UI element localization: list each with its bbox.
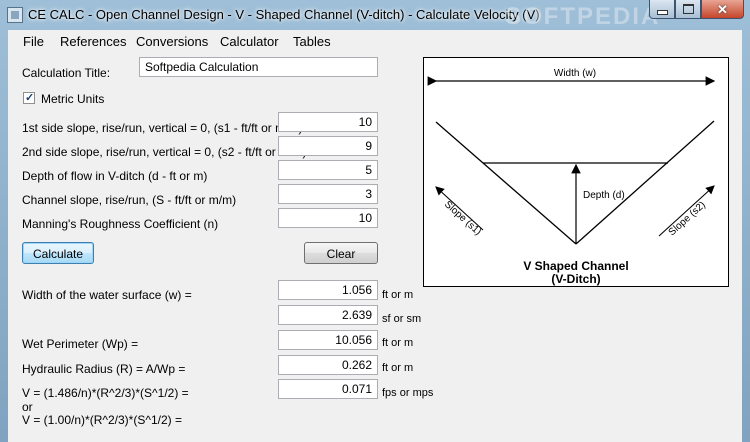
area-unit: sf or sm bbox=[382, 313, 422, 325]
caption-buttons: ✕ bbox=[649, 0, 744, 19]
formula-or-label: or bbox=[22, 400, 33, 414]
calc-title-label: Calculation Title: bbox=[22, 66, 111, 80]
channel-slope-input[interactable] bbox=[278, 184, 378, 204]
roughness-input[interactable] bbox=[278, 208, 378, 228]
app-window: CE CALC - Open Channel Design - V - Shap… bbox=[0, 0, 750, 442]
side-slope2-label: 2nd side slope, rise/run, vertical = 0, … bbox=[22, 145, 307, 159]
hydraulic-radius-output[interactable] bbox=[278, 355, 378, 375]
side-slope1-input[interactable] bbox=[278, 112, 378, 132]
slope1-label: Slope (s1) bbox=[442, 199, 483, 238]
menu-bar: File References Conversions Calculator T… bbox=[8, 30, 742, 52]
menu-calculator[interactable]: Calculator bbox=[220, 34, 279, 49]
client-area: File References Conversions Calculator T… bbox=[8, 30, 742, 442]
velocity-formula-label: V = (1.486/n)*(R^2/3)*(S^1/2) = bbox=[22, 386, 189, 400]
calculate-button[interactable]: Calculate bbox=[22, 242, 94, 264]
depth-label: Depth (d) bbox=[583, 190, 625, 201]
metric-units-label: Metric Units bbox=[41, 92, 105, 106]
close-button[interactable]: ✕ bbox=[701, 0, 744, 19]
side-slope2-input[interactable] bbox=[278, 136, 378, 156]
wet-perimeter-unit: ft or m bbox=[382, 337, 414, 349]
diagram-title-line1: V Shaped Channel bbox=[523, 259, 628, 273]
diagram-title-line2: (V-Ditch) bbox=[551, 272, 600, 286]
left-channel-wall bbox=[435, 121, 577, 245]
surface-width-label: Width of the water surface (w) = bbox=[22, 288, 192, 302]
flow-depth-label: Depth of flow in V-ditch (d - ft or m) bbox=[22, 169, 208, 183]
side-slope1-label: 1st side slope, rise/run, vertical = 0, … bbox=[22, 121, 303, 135]
v-channel-diagram: Width (w) Depth (d) Slope (s1) Slope (s2… bbox=[423, 57, 729, 287]
velocity-unit: fps or mps bbox=[382, 387, 434, 399]
watermark: SOFTPEDIA bbox=[505, 3, 661, 30]
roughness-label: Manning's Roughness Coefficient (n) bbox=[22, 217, 219, 231]
calc-title-input[interactable] bbox=[139, 57, 378, 77]
wet-perimeter-output[interactable] bbox=[278, 330, 378, 350]
maximize-icon bbox=[682, 4, 694, 14]
flow-depth-input[interactable] bbox=[278, 160, 378, 180]
menu-file[interactable]: File bbox=[23, 34, 44, 49]
menu-conversions[interactable]: Conversions bbox=[136, 34, 208, 49]
title-bar[interactable]: CE CALC - Open Channel Design - V - Shap… bbox=[0, 0, 750, 30]
slope2-label: Slope (s2) bbox=[667, 200, 708, 239]
surface-width-unit: ft or m bbox=[382, 289, 414, 301]
v-channel-svg: Width (w) Depth (d) Slope (s1) Slope (s2… bbox=[427, 68, 716, 286]
window-title: CE CALC - Open Channel Design - V - Shap… bbox=[28, 7, 540, 22]
menu-tables[interactable]: Tables bbox=[293, 34, 331, 49]
area-output[interactable] bbox=[278, 305, 378, 325]
velocity-output[interactable] bbox=[278, 379, 378, 399]
clear-button[interactable]: Clear bbox=[304, 242, 378, 264]
hydraulic-radius-unit: ft or m bbox=[382, 362, 414, 374]
minimize-icon bbox=[656, 9, 668, 15]
velocity-alt-formula-label: V = (1.00/n)*(R^2/3)*(S^1/2) = bbox=[22, 413, 182, 427]
checkmark-icon: ✓ bbox=[25, 92, 35, 104]
maximize-button[interactable] bbox=[675, 0, 701, 19]
minimize-button[interactable] bbox=[649, 0, 675, 19]
surface-width-output[interactable] bbox=[278, 280, 378, 300]
metric-units-checkbox[interactable]: ✓ bbox=[23, 92, 35, 104]
channel-slope-label: Channel slope, rise/run, (S - ft/ft or m… bbox=[22, 193, 237, 207]
hydraulic-radius-label: Hydraulic Radius (R) = A/Wp = bbox=[22, 362, 186, 376]
menu-references[interactable]: References bbox=[60, 34, 126, 49]
width-label: Width (w) bbox=[554, 68, 596, 79]
close-icon: ✕ bbox=[717, 1, 728, 17]
right-channel-wall bbox=[575, 120, 715, 245]
wet-perimeter-label: Wet Perimeter (Wp) = bbox=[22, 337, 139, 351]
app-icon[interactable] bbox=[7, 7, 23, 23]
